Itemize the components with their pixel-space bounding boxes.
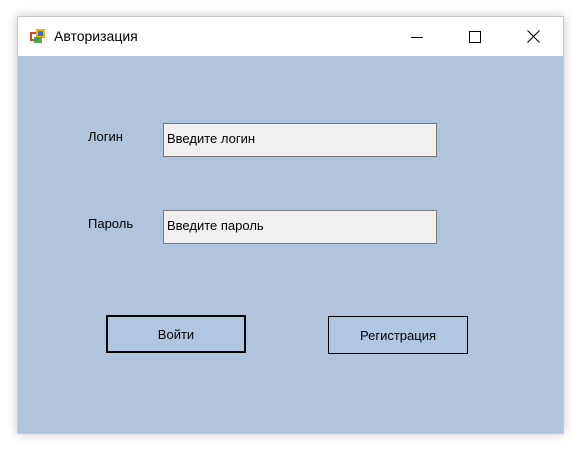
login-input[interactable]: Введите логин — [163, 123, 437, 157]
password-label: Пароль — [88, 216, 134, 231]
app-icon — [30, 29, 45, 43]
close-button[interactable] — [510, 17, 556, 56]
auth-window: Авторизация Логин Введите логин Пароль В… — [17, 16, 564, 434]
maximize-icon — [469, 30, 481, 43]
password-input[interactable]: Введите пароль — [163, 210, 437, 244]
maximize-button[interactable] — [452, 17, 498, 56]
window-title: Авторизация — [54, 28, 138, 44]
minimize-icon — [411, 36, 423, 38]
login-button[interactable]: Войти — [106, 315, 246, 353]
login-label: Логин — [88, 129, 123, 144]
title-bar[interactable]: Авторизация — [18, 17, 563, 56]
minimize-button[interactable] — [394, 17, 440, 56]
register-button[interactable]: Регистрация — [328, 316, 468, 354]
close-icon — [526, 30, 540, 43]
form-client-area: Логин Введите логин Пароль Введите парол… — [18, 56, 563, 433]
